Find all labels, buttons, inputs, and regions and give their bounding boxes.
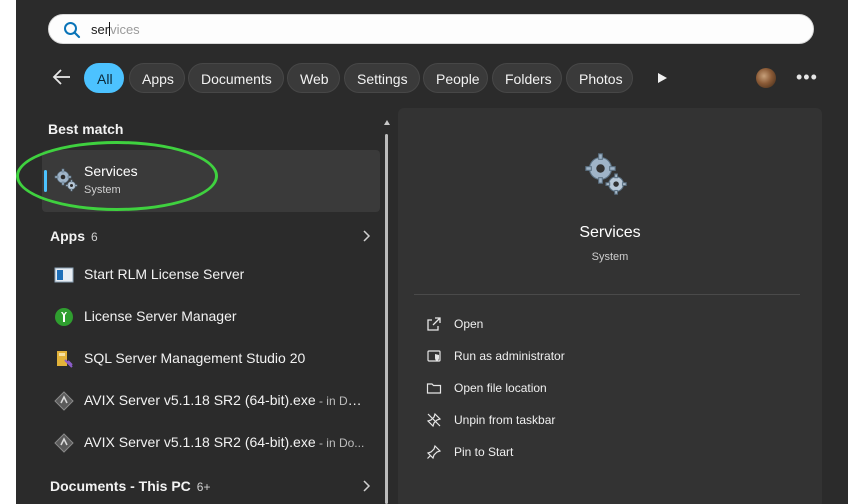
pin-icon [426,444,442,460]
list-item-name: AVIX Server v5.1.18 SR2 (64-bit).exe [84,392,316,408]
documents-group-label: Documents - This PC [50,478,191,494]
results-scrollbar[interactable] [382,120,392,504]
filter-apps[interactable]: Apps [129,63,185,93]
filter-all[interactable]: All [84,63,124,93]
start-search-window: services All Apps Documents Web Settings… [16,0,848,504]
apps-group-header[interactable]: Apps 6 [50,228,98,244]
list-item-label: AVIX Server v5.1.18 SR2 (64-bit).exe - i… [84,392,366,408]
avatar[interactable] [756,68,776,88]
filter-documents[interactable]: Documents [188,63,284,93]
documents-group-count: 6+ [196,480,211,494]
action-label: Unpin from taskbar [454,413,556,427]
detail-subtitle: System [591,251,629,263]
list-item-label: SQL Server Management Studio 20 [84,350,306,366]
avix-server-icon [54,433,74,453]
detail-pane: Services System Open Run as administrato… [398,108,822,504]
list-item-label: Start RLM License Server [84,266,245,282]
chevron-right-icon[interactable] [361,480,371,492]
best-match-header: Best match [48,121,124,137]
list-item[interactable]: Start RLM License Server [50,254,380,296]
apps-group-label: Apps [50,228,85,244]
action-label: Run as administrator [454,349,565,363]
search-suggestion-text: vices [110,22,140,37]
search-typed-text: ser [91,22,110,37]
folder-icon [426,383,442,394]
sql-server-studio-icon [57,351,73,368]
filter-web[interactable]: Web [287,63,340,93]
apps-group-count: 6 [91,230,98,244]
best-match-title: Services [84,163,138,179]
search-box[interactable]: services [48,14,814,44]
action-unpin-taskbar[interactable]: Unpin from taskbar [426,408,726,432]
filter-bar: All Apps Documents Web Settings People F… [16,60,848,96]
more-options-icon[interactable]: ••• [796,68,817,88]
action-open-file-location[interactable]: Open file location [426,376,726,400]
results-list: Best match Services System Apps 6 Start … [16,108,390,504]
license-manager-icon [55,308,73,326]
action-label: Open [454,317,484,331]
search-icon [64,22,81,39]
list-item-label: AVIX Server v5.1.18 SR2 (64-bit).exe - i… [84,434,364,450]
unpin-icon [426,412,442,428]
list-item-label: License Server Manager [84,308,237,324]
action-open[interactable]: Open [426,312,726,336]
list-item-name: AVIX Server v5.1.18 SR2 (64-bit).exe [84,434,316,450]
filter-people[interactable]: People [423,63,488,93]
best-match-subtitle: System [84,184,121,196]
open-icon [427,317,441,331]
list-item-location: - in Do... [315,436,365,450]
list-item-location: - in Des... [315,394,366,408]
avix-server-icon [54,391,74,411]
play-more-filters-icon[interactable] [656,72,668,84]
list-item[interactable]: License Server Manager [50,296,380,338]
services-gear-icon [54,168,78,192]
rlm-license-icon [54,267,74,283]
shield-icon [427,350,441,362]
action-pin-to-start[interactable]: Pin to Start [426,440,726,464]
selection-indicator [44,170,47,192]
filter-folders[interactable]: Folders [492,63,562,93]
filter-photos[interactable]: Photos [566,63,633,93]
action-label: Open file location [454,381,547,395]
detail-divider [414,294,800,295]
list-item[interactable]: SQL Server Management Studio 20 [50,338,380,380]
scroll-up-arrow-icon[interactable] [384,120,390,125]
detail-title: Services [579,224,641,241]
action-label: Pin to Start [454,445,514,459]
list-item[interactable]: AVIX Server v5.1.18 SR2 (64-bit).exe - i… [50,380,380,422]
action-run-as-admin[interactable]: Run as administrator [426,344,726,368]
best-match-services[interactable]: Services System [42,150,380,212]
filter-settings[interactable]: Settings [344,63,420,93]
documents-group-header[interactable]: Documents - This PC 6+ [50,478,210,494]
back-arrow-icon[interactable] [52,68,72,86]
search-input[interactable]: services [91,21,140,39]
services-gear-icon [585,153,627,195]
list-item[interactable]: AVIX Server v5.1.18 SR2 (64-bit).exe - i… [50,422,380,464]
chevron-right-icon[interactable] [361,230,371,242]
scrollbar-thumb[interactable] [385,134,388,504]
